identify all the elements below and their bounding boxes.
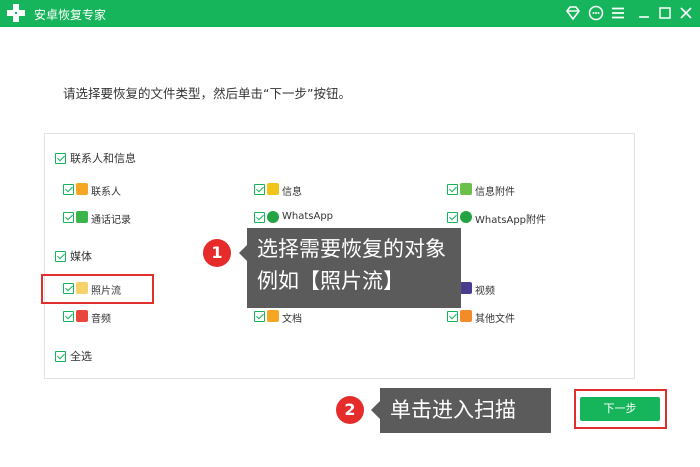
video-icon	[460, 282, 472, 294]
step1-badge: 1	[203, 239, 231, 267]
photo-stream-highlight	[41, 274, 154, 304]
media-group-checkbox[interactable]	[55, 251, 66, 262]
video-label: 视频	[475, 286, 495, 297]
whatsapp-attachments-checkbox[interactable]	[447, 212, 458, 223]
documents-checkbox[interactable]	[254, 311, 265, 322]
step2-badge: 2	[336, 396, 364, 424]
step1-line1: 选择需要恢复的对象	[257, 237, 446, 261]
contacts-label: 联系人	[91, 187, 121, 198]
app-logo-icon	[7, 4, 25, 22]
audio-icon	[76, 310, 88, 322]
step2-pointer	[371, 401, 380, 419]
select-all-checkbox[interactable]	[55, 351, 66, 362]
call-log-checkbox[interactable]	[63, 212, 74, 223]
phone-icon	[76, 211, 88, 223]
contacts-checkbox[interactable]	[63, 184, 74, 195]
instruction-text: 请选择要恢复的文件类型，然后单击“下一步”按钮。	[63, 86, 351, 101]
whatsapp-checkbox[interactable]	[254, 212, 265, 223]
whatsapp-attachment-icon	[460, 211, 472, 223]
close-icon[interactable]	[678, 5, 694, 21]
title-bar: 安卓恢复专家	[0, 0, 700, 27]
select-all-label: 全选	[70, 350, 92, 363]
step1-callout: 选择需要恢复的对象 例如【照片流】	[247, 228, 461, 308]
audio-checkbox[interactable]	[63, 311, 74, 322]
step2-callout: 单击进入扫描	[380, 388, 551, 433]
message-attachments-label: 信息附件	[475, 187, 515, 198]
call-log-label: 通话记录	[91, 215, 131, 226]
folder-icon	[267, 310, 279, 322]
diamond-icon[interactable]	[565, 5, 581, 21]
whatsapp-label: WhatsApp	[282, 211, 334, 222]
message-attachments-checkbox[interactable]	[447, 184, 458, 195]
step2-text: 单击进入扫描	[390, 398, 516, 422]
message-icon	[267, 183, 279, 195]
next-button[interactable]: 下一步	[580, 397, 660, 421]
contact-icon	[76, 183, 88, 195]
minimize-icon[interactable]	[636, 5, 652, 21]
whatsapp-icon	[267, 211, 279, 223]
menu-icon[interactable]	[610, 5, 626, 21]
messages-label: 信息	[282, 187, 302, 198]
app-title: 安卓恢复专家	[34, 8, 107, 22]
documents-label: 文档	[282, 314, 302, 325]
whatsapp-attachments-label: WhatsApp附件	[475, 215, 547, 226]
other-files-checkbox[interactable]	[447, 311, 458, 322]
file-icon	[460, 310, 472, 322]
chat-icon[interactable]	[588, 5, 604, 21]
media-group-label: 媒体	[70, 250, 92, 263]
audio-label: 音频	[91, 314, 111, 325]
step1-line2: 例如【照片流】	[257, 269, 404, 293]
contacts-group-checkbox[interactable]	[55, 153, 66, 164]
messages-checkbox[interactable]	[254, 184, 265, 195]
maximize-icon[interactable]	[657, 5, 673, 21]
other-files-label: 其他文件	[475, 314, 515, 325]
contacts-group-label: 联系人和信息	[70, 152, 136, 165]
attachment-icon	[460, 183, 472, 195]
